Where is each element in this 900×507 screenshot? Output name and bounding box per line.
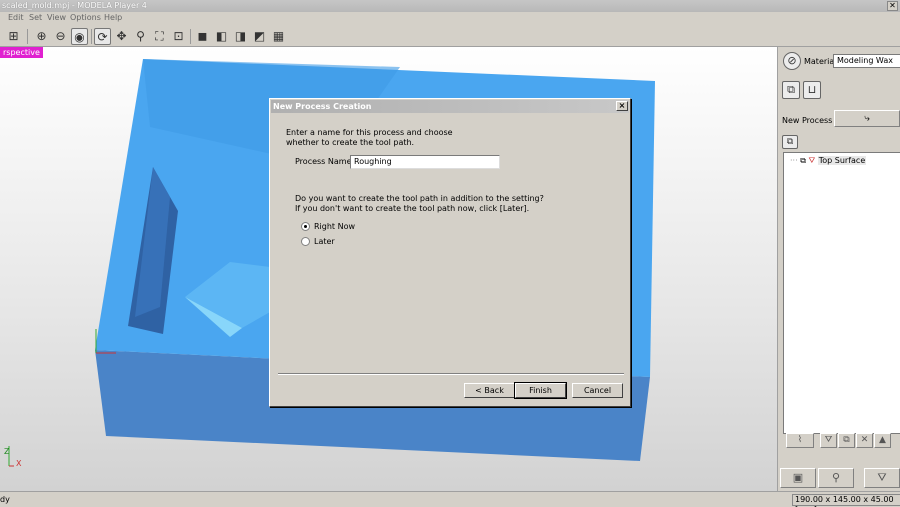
material-icon[interactable]: ⊘	[783, 52, 801, 70]
process-name-label: Process Name:	[295, 157, 355, 166]
rotate-icon[interactable]: ⟳	[94, 28, 111, 45]
process-tree[interactable]: ··· ⧉ ⛛ Top Surface	[783, 152, 900, 434]
tree-item[interactable]: ··· ⧉ ⛛ Top Surface	[790, 156, 867, 166]
delete-icon[interactable]: ✕	[856, 433, 873, 448]
menu-set[interactable]: Set	[29, 13, 42, 22]
model-dimensions: 190.00 x 145.00 x 45.00 [mm]	[792, 494, 900, 507]
status-bar: dy 190.00 x 145.00 x 45.00 [mm]	[0, 491, 900, 507]
window-titlebar: scaled_mold.mpj - MODELA Player 4 ✕	[0, 0, 900, 12]
model-tray-icon[interactable]: ⊔	[803, 81, 821, 99]
dialog-question-line: If you don't want to create the tool pat…	[295, 204, 530, 213]
process-list-tab-icon[interactable]: ⧉	[782, 135, 798, 149]
new-process-dialog: New Process Creation × Enter a name for …	[269, 98, 631, 407]
box-top-icon[interactable]: ◩	[251, 28, 268, 45]
dialog-intro-line: Enter a name for this process and choose	[286, 128, 453, 137]
window-close-button[interactable]: ✕	[887, 1, 898, 11]
zoom-icon[interactable]: ⚲	[132, 28, 149, 45]
tree-item-label[interactable]: Top Surface	[817, 156, 867, 165]
toolbar-separator	[91, 29, 92, 44]
shaded-view-icon[interactable]: ◉	[71, 28, 88, 45]
dialog-question-line: Do you want to create the tool path in a…	[295, 194, 544, 203]
dialog-title: New Process Creation	[271, 100, 629, 113]
box-side-icon[interactable]: ◨	[232, 28, 249, 45]
dialog-divider	[278, 373, 624, 375]
cube-icon[interactable]: ◼	[194, 28, 211, 45]
tree-branch-icon: ···	[790, 156, 798, 165]
menu-bar: Edit Set View Options Help	[0, 12, 900, 25]
material-label: Material	[804, 57, 837, 66]
later-label[interactable]: Later	[314, 237, 335, 247]
dialog-question: Do you want to create the tool path in a…	[295, 194, 544, 214]
fit-icon[interactable]: ⛶	[151, 28, 168, 45]
dialog-close-button[interactable]: ×	[616, 101, 628, 111]
cancel-button[interactable]: Cancel	[572, 383, 623, 398]
new-process-icon: ⤷	[864, 113, 870, 124]
dialog-intro-line: whether to create the tool path.	[286, 138, 415, 147]
tool-edit-icon[interactable]: ⛛	[820, 433, 837, 448]
move-up-icon[interactable]: ▲	[874, 433, 891, 448]
path-preview-icon[interactable]: ⌇	[786, 433, 814, 448]
menu-edit[interactable]: Edit	[8, 13, 24, 22]
axis-z-label: Z	[4, 447, 10, 456]
output-icon[interactable]: ▣	[780, 468, 816, 488]
window-title: scaled_mold.mpj - MODELA Player 4	[2, 1, 147, 10]
back-button[interactable]: < Back	[464, 383, 515, 398]
finish-button[interactable]: Finish	[514, 382, 567, 399]
layout-icon[interactable]: ▦	[270, 28, 287, 45]
process-name-input[interactable]: Roughing	[350, 155, 500, 169]
copy-icon[interactable]: ⧉	[838, 433, 855, 448]
grid-icon[interactable]: ⊞	[5, 28, 22, 45]
menu-options[interactable]: Options	[70, 13, 101, 22]
main-toolbar: ⊞ ⊕ ⊖ ◉ ⟳ ✥ ⚲ ⛶ ⊡ ◼ ◧ ◨ ◩ ▦	[0, 25, 900, 47]
menu-view[interactable]: View	[47, 13, 66, 22]
view-mode-label: rspective	[0, 47, 43, 58]
right-now-radio[interactable]	[301, 222, 310, 231]
sphere-icon[interactable]: ⊖	[52, 28, 69, 45]
globe-icon[interactable]: ⊕	[33, 28, 50, 45]
toolbar-separator	[27, 29, 28, 44]
process-item-icon: ⧉	[800, 156, 806, 165]
box-front-icon[interactable]: ◧	[213, 28, 230, 45]
material-select[interactable]: Modeling Wax	[833, 54, 900, 68]
right-panel: ⊘ Material Modeling Wax ⧉ ⊔ New Process …	[777, 47, 900, 491]
preview-icon[interactable]: ⚲	[818, 468, 854, 488]
right-now-label[interactable]: Right Now	[314, 222, 355, 232]
dialog-intro: Enter a name for this process and choose…	[286, 128, 453, 148]
new-process-label: New Process	[782, 116, 833, 125]
tool-icon: ⛛	[808, 156, 816, 165]
cut-icon[interactable]: ⛛	[864, 468, 900, 488]
pan-icon[interactable]: ✥	[113, 28, 130, 45]
menu-help[interactable]: Help	[104, 13, 122, 22]
model-box-icon[interactable]: ⧉	[782, 81, 800, 99]
axis-x-label: X	[16, 459, 22, 468]
new-process-button[interactable]: ⤷	[834, 110, 900, 127]
zoom-box-icon[interactable]: ⊡	[170, 28, 187, 45]
toolbar-separator	[190, 29, 191, 44]
status-text: dy	[0, 495, 10, 504]
later-radio[interactable]	[301, 237, 310, 246]
